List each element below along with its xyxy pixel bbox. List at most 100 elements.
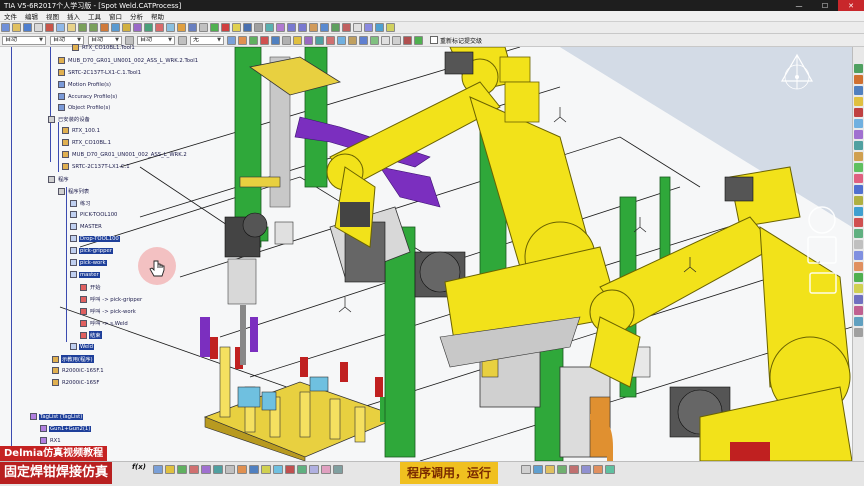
tree-node[interactable]: 结束 (80, 331, 102, 339)
io-icon[interactable] (854, 196, 863, 205)
report-icon[interactable] (854, 306, 863, 315)
tree-node[interactable]: 练习 (70, 199, 92, 207)
menu-analysis[interactable]: 分析 (126, 11, 147, 21)
law-icon[interactable] (213, 464, 223, 474)
shape-icon[interactable] (100, 23, 109, 32)
iso-view-icon[interactable] (331, 23, 340, 32)
tree-node[interactable]: 呼叫 -> s.Weld (80, 319, 129, 327)
jog-device-icon[interactable] (854, 119, 863, 128)
tree-node[interactable]: MUB_D70_GR01_UN001_002_ASS_L_WRK.2 (62, 151, 188, 158)
comment-icon[interactable] (225, 464, 235, 474)
menu-help[interactable]: 帮助 (147, 11, 168, 21)
fit-all-icon[interactable] (254, 23, 263, 32)
capture-icon[interactable] (321, 464, 331, 474)
jog-icon[interactable] (381, 35, 390, 45)
tree-node[interactable]: Accuracy Profile(s) (58, 93, 118, 100)
snap-icon[interactable] (260, 35, 269, 45)
format-painter-icon[interactable] (227, 35, 236, 45)
tree-node[interactable]: SRTC-2C137T-LX1-C.1 (62, 163, 131, 170)
analyze-icon[interactable] (854, 229, 863, 238)
record-icon[interactable] (403, 35, 412, 45)
tree-node[interactable]: R2000iC-165F (52, 379, 100, 386)
tree-node[interactable]: 程序 (48, 175, 70, 183)
paste-icon[interactable] (67, 23, 76, 32)
tree-node[interactable]: 开始 (80, 283, 102, 291)
measure-icon[interactable] (122, 23, 131, 32)
tree-node[interactable]: PICK-TOOL100 (70, 211, 118, 218)
simulation-control-icon[interactable] (581, 464, 591, 474)
device-icon[interactable] (304, 35, 313, 45)
run-icon[interactable] (414, 35, 423, 45)
hide-show-icon[interactable] (353, 23, 362, 32)
process-icon[interactable] (521, 464, 531, 474)
teach-icon[interactable] (199, 23, 208, 32)
line-type-select[interactable]: 自动 ▼ (137, 35, 175, 45)
render-select[interactable]: 无 ▼ (190, 35, 224, 45)
teach-device-icon[interactable] (854, 86, 863, 95)
undo-icon[interactable] (78, 23, 87, 32)
robot-task-icon[interactable] (854, 75, 863, 84)
point-style-icon[interactable] (178, 35, 187, 45)
save-icon[interactable] (23, 23, 32, 32)
record-video-icon[interactable] (605, 464, 615, 474)
path-create-icon[interactable] (854, 163, 863, 172)
copy-icon[interactable] (56, 23, 65, 32)
knowledge-icon[interactable] (153, 464, 163, 474)
check-icon[interactable] (177, 464, 187, 474)
lighting-icon[interactable] (333, 464, 343, 474)
rotate-icon[interactable] (276, 23, 285, 32)
tag-create-icon[interactable] (854, 97, 863, 106)
reaction-icon[interactable] (189, 464, 199, 474)
update-icon[interactable] (375, 23, 384, 32)
tree-node[interactable]: Weld (70, 343, 95, 350)
tree-node[interactable]: pick-work (70, 259, 107, 266)
spot-weld-icon[interactable] (348, 35, 357, 45)
robot-icon[interactable] (155, 23, 164, 32)
pert-icon[interactable] (569, 464, 579, 474)
simulation-icon[interactable] (144, 23, 153, 32)
tree-node[interactable]: Gun1+Gun2(1) (40, 425, 92, 432)
tree-node[interactable]: 已安装的设备 (48, 115, 91, 123)
close-button[interactable]: ✕ (838, 0, 864, 11)
tree-node[interactable]: RTX_CO10BL.1 (62, 139, 112, 146)
catalog-browse-icon[interactable] (854, 251, 863, 260)
clash-analysis-icon[interactable] (273, 464, 283, 474)
tag-icon[interactable] (337, 35, 346, 45)
resubmit-checkbox[interactable] (430, 36, 438, 44)
tree-node[interactable]: MASTER (70, 223, 103, 230)
layout-icon[interactable] (854, 262, 863, 271)
multi-view-icon[interactable] (320, 23, 329, 32)
table-icon[interactable] (201, 464, 211, 474)
play-icon[interactable] (210, 23, 219, 32)
sketch-icon[interactable] (111, 23, 120, 32)
measure-between-icon[interactable] (249, 464, 259, 474)
swap-space-icon[interactable] (364, 23, 373, 32)
tree-node[interactable]: SRTC-2C137T-LX1-C.1.Tool1 (58, 69, 142, 76)
menu-file[interactable]: 文件 (0, 11, 21, 21)
calibrate-icon[interactable] (854, 207, 863, 216)
pan-icon[interactable] (265, 23, 274, 32)
export-icon[interactable] (854, 295, 863, 304)
annotation-icon[interactable] (309, 464, 319, 474)
reach-icon[interactable] (359, 35, 368, 45)
catalog-icon[interactable] (386, 23, 395, 32)
zoom-out-icon[interactable] (298, 23, 307, 32)
new-file-icon[interactable] (1, 23, 10, 32)
joint-icon[interactable] (370, 35, 379, 45)
player-icon[interactable] (593, 464, 603, 474)
more-tools-icon[interactable] (854, 328, 863, 337)
menu-tools[interactable]: 工具 (84, 11, 105, 21)
path-icon[interactable] (166, 23, 175, 32)
tree-node[interactable]: MUB_D70_GR01_UN001_002_ASS_L_WRK.2.Tool1 (58, 57, 199, 64)
normal-view-icon[interactable] (309, 23, 318, 32)
weld-point-icon[interactable] (854, 152, 863, 161)
menu-edit[interactable]: 编辑 (21, 11, 42, 21)
camera-icon[interactable] (232, 23, 241, 32)
tree-node[interactable]: master (70, 271, 100, 278)
tree-node[interactable]: 呼叫 -> pick-gripper (80, 295, 143, 303)
rule-icon[interactable] (165, 464, 175, 474)
activity-icon[interactable] (533, 464, 543, 474)
options-icon[interactable] (392, 35, 401, 45)
cut-icon[interactable] (45, 23, 54, 32)
setup-icon[interactable] (854, 317, 863, 326)
